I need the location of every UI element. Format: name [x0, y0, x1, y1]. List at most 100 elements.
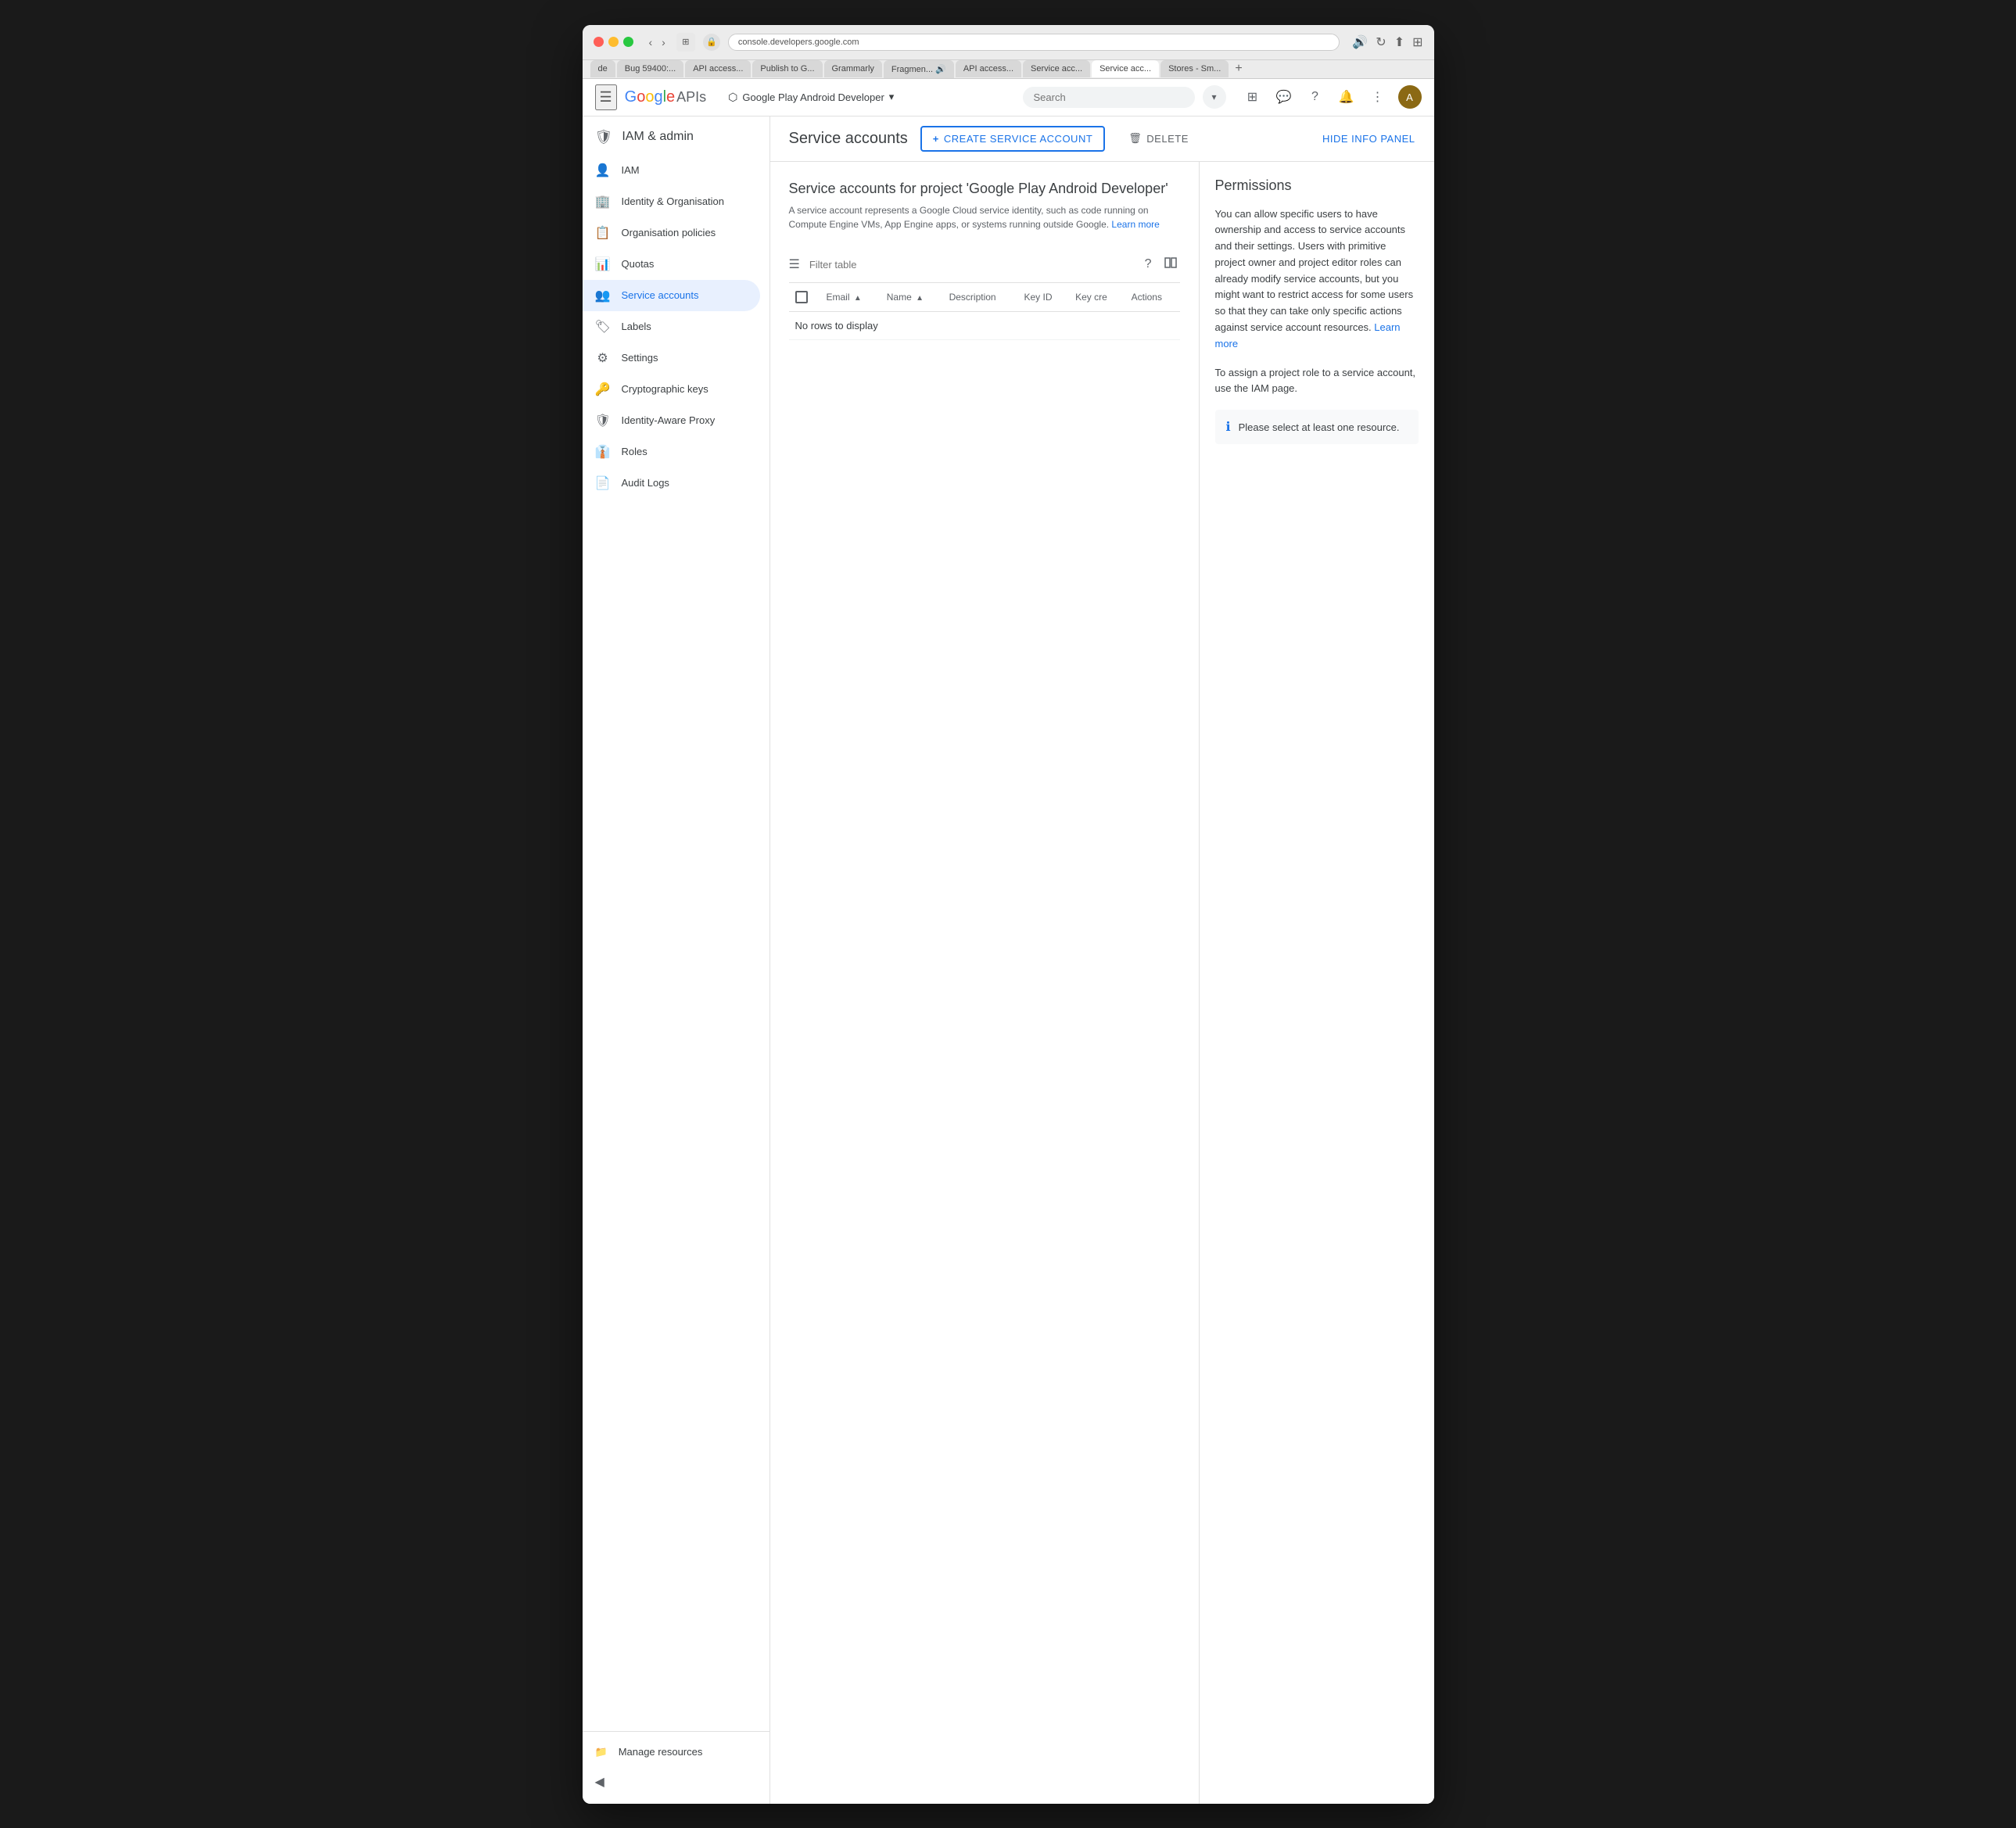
sidebar-title: IAM & admin — [622, 130, 694, 144]
help-icon[interactable]: ? — [1304, 86, 1326, 108]
traffic-lights — [594, 37, 633, 47]
tab-api1[interactable]: API access... — [685, 60, 751, 77]
share-icon[interactable]: ⬆ — [1394, 34, 1404, 50]
sidebar-label-service-accounts: Service accounts — [622, 289, 699, 301]
project-name: Google Play Android Developer — [742, 91, 884, 103]
learn-more-link[interactable]: Learn more — [1111, 219, 1159, 230]
sidebar-label-audit-logs: Audit Logs — [622, 477, 669, 489]
tab-grammarly[interactable]: Grammarly — [824, 60, 882, 77]
sidebar-label-iam: IAM — [622, 164, 640, 176]
content-panels: Service accounts for project 'Google Pla… — [770, 162, 1434, 1804]
sidebar-item-identity[interactable]: 🏢 Identity & Organisation — [583, 186, 760, 217]
new-tab-button[interactable]: + — [1230, 62, 1247, 76]
col-name: Name ▲ — [881, 283, 943, 312]
apps-icon[interactable]: ⊞ — [1242, 86, 1264, 108]
select-all-checkbox[interactable] — [795, 291, 808, 303]
col-key-id: Key ID — [1017, 283, 1069, 312]
sidebar-item-quotas[interactable]: 📊 Quotas — [583, 249, 760, 280]
sidebar-label-labels: Labels — [622, 321, 651, 332]
support-icon[interactable]: 💬 — [1273, 86, 1295, 108]
address-text: console.developers.google.com — [738, 38, 859, 47]
more-options-icon[interactable]: ⋮ — [1367, 86, 1389, 108]
tab-service1[interactable]: Service acc... — [1023, 60, 1090, 77]
nav-buttons: ‹ › — [646, 34, 669, 50]
tab-service2[interactable]: Service acc... — [1092, 60, 1159, 77]
sidebar-header: 🛡 IAM & admin — [583, 116, 769, 155]
hide-info-panel-button[interactable]: HIDE INFO PANEL — [1322, 133, 1415, 145]
address-bar[interactable]: console.developers.google.com — [728, 34, 1340, 51]
notifications-icon[interactable]: 🔔 — [1336, 86, 1358, 108]
maximize-button[interactable] — [623, 37, 633, 47]
sidebar-item-audit-logs[interactable]: 📄 Audit Logs — [583, 468, 760, 499]
title-bar: ‹ › ⊞ 🔒 console.developers.google.com 🔊 … — [583, 25, 1434, 60]
label-icon: 🏷 — [595, 319, 611, 335]
close-button[interactable] — [594, 37, 604, 47]
tab-fragment[interactable]: Fragmen... 🔊 — [884, 60, 954, 78]
back-button[interactable]: ‹ — [646, 34, 656, 50]
create-service-account-button[interactable]: + CREATE SERVICE ACCOUNT — [920, 126, 1105, 152]
info-panel: Permissions You can allow specific users… — [1200, 162, 1434, 1804]
logs-icon: 📄 — [595, 475, 611, 491]
sidebar-item-labels[interactable]: 🏷 Labels — [583, 311, 760, 342]
permissions-title: Permissions — [1215, 177, 1419, 194]
filter-icon: ☰ — [789, 256, 800, 272]
content-area: Service accounts + CREATE SERVICE ACCOUN… — [770, 116, 1434, 1804]
sidebar-item-iam[interactable]: 👤 IAM — [583, 155, 760, 186]
plus-icon: + — [933, 133, 939, 145]
col-description: Description — [943, 283, 1018, 312]
sort-name-icon[interactable]: ▲ — [916, 294, 924, 303]
permissions-text-1: You can allow specific users to have own… — [1215, 206, 1419, 353]
service-accounts-description: A service account represents a Google Cl… — [789, 203, 1180, 231]
sidebar-bottom: 📁 Manage resources ◀ — [583, 1731, 769, 1804]
collapse-icon: ◀ — [595, 1774, 604, 1790]
sort-email-icon[interactable]: ▲ — [854, 294, 862, 303]
sidebar-label-crypto-keys: Cryptographic keys — [622, 383, 708, 395]
table-no-rows: No rows to display — [789, 311, 1180, 339]
sidebar-item-crypto-keys[interactable]: 🔑 Cryptographic keys — [583, 374, 760, 405]
settings-icon: ⚙ — [595, 350, 611, 366]
main-layout: 🛡 IAM & admin 👤 IAM 🏢 Identity & Organis… — [583, 116, 1434, 1804]
tab-de[interactable]: de — [590, 60, 615, 77]
sidebar-item-roles[interactable]: 👔 Roles — [583, 436, 760, 468]
google-logo: Google APIs — [625, 88, 707, 106]
collapse-sidebar-button[interactable]: ◀ — [583, 1766, 769, 1798]
tab-bug[interactable]: Bug 59400:... — [617, 60, 683, 77]
apis-label: APIs — [676, 89, 706, 106]
tab-overview-button[interactable]: ⊞ — [676, 33, 695, 52]
new-tab-icon[interactable]: ⊞ — [1412, 34, 1422, 50]
tab-stores[interactable]: Stores - Sm... — [1160, 60, 1229, 77]
search-input[interactable] — [1023, 87, 1195, 108]
domain-icon: 🏢 — [595, 194, 611, 210]
page-title: Service accounts — [789, 130, 908, 148]
sidebar-item-settings[interactable]: ⚙ Settings — [583, 342, 760, 374]
project-dropdown-icon: ▾ — [889, 91, 895, 103]
help-table-icon[interactable]: ? — [1142, 254, 1155, 274]
volume-icon[interactable]: 🔊 — [1352, 34, 1368, 50]
sidebar-item-iap[interactable]: 🛡 Identity-Aware Proxy — [583, 405, 760, 436]
sidebar-label-identity: Identity & Organisation — [622, 195, 725, 207]
forward-button[interactable]: › — [658, 34, 669, 50]
browser-tabs: de Bug 59400:... API access... Publish t… — [583, 60, 1434, 79]
delete-button[interactable]: 🗑 DELETE — [1117, 127, 1200, 150]
info-box-text: Please select at least one resource. — [1239, 421, 1400, 433]
sidebar-item-org-policies[interactable]: 📋 Organisation policies — [583, 217, 760, 249]
refresh-icon[interactable]: ↻ — [1376, 34, 1386, 50]
service-accounts-table: Email ▲ Name ▲ Description Key ID Key cr… — [789, 283, 1180, 340]
sidebar-label-roles: Roles — [622, 446, 647, 457]
lock-icon: 🔒 — [703, 34, 720, 51]
tab-api2[interactable]: API access... — [956, 60, 1021, 77]
columns-icon[interactable] — [1161, 253, 1180, 276]
project-selector[interactable]: ⬡ Google Play Android Developer ▾ — [722, 88, 900, 107]
tab-publish[interactable]: Publish to G... — [752, 60, 822, 77]
sidebar-label-quotas: Quotas — [622, 258, 655, 270]
hamburger-menu[interactable]: ☰ — [595, 84, 617, 110]
search-dropdown-button[interactable]: ▾ — [1203, 85, 1226, 109]
sidebar-item-service-accounts[interactable]: 👥 Service accounts — [583, 280, 760, 311]
chart-icon: 📊 — [595, 256, 611, 272]
manage-resources-item[interactable]: 📁 Manage resources — [583, 1738, 769, 1766]
browser-window: ‹ › ⊞ 🔒 console.developers.google.com 🔊 … — [583, 25, 1434, 1804]
avatar[interactable]: A — [1398, 85, 1422, 109]
filter-input[interactable] — [806, 256, 1135, 274]
minimize-button[interactable] — [608, 37, 619, 47]
list-icon: 📋 — [595, 225, 611, 241]
